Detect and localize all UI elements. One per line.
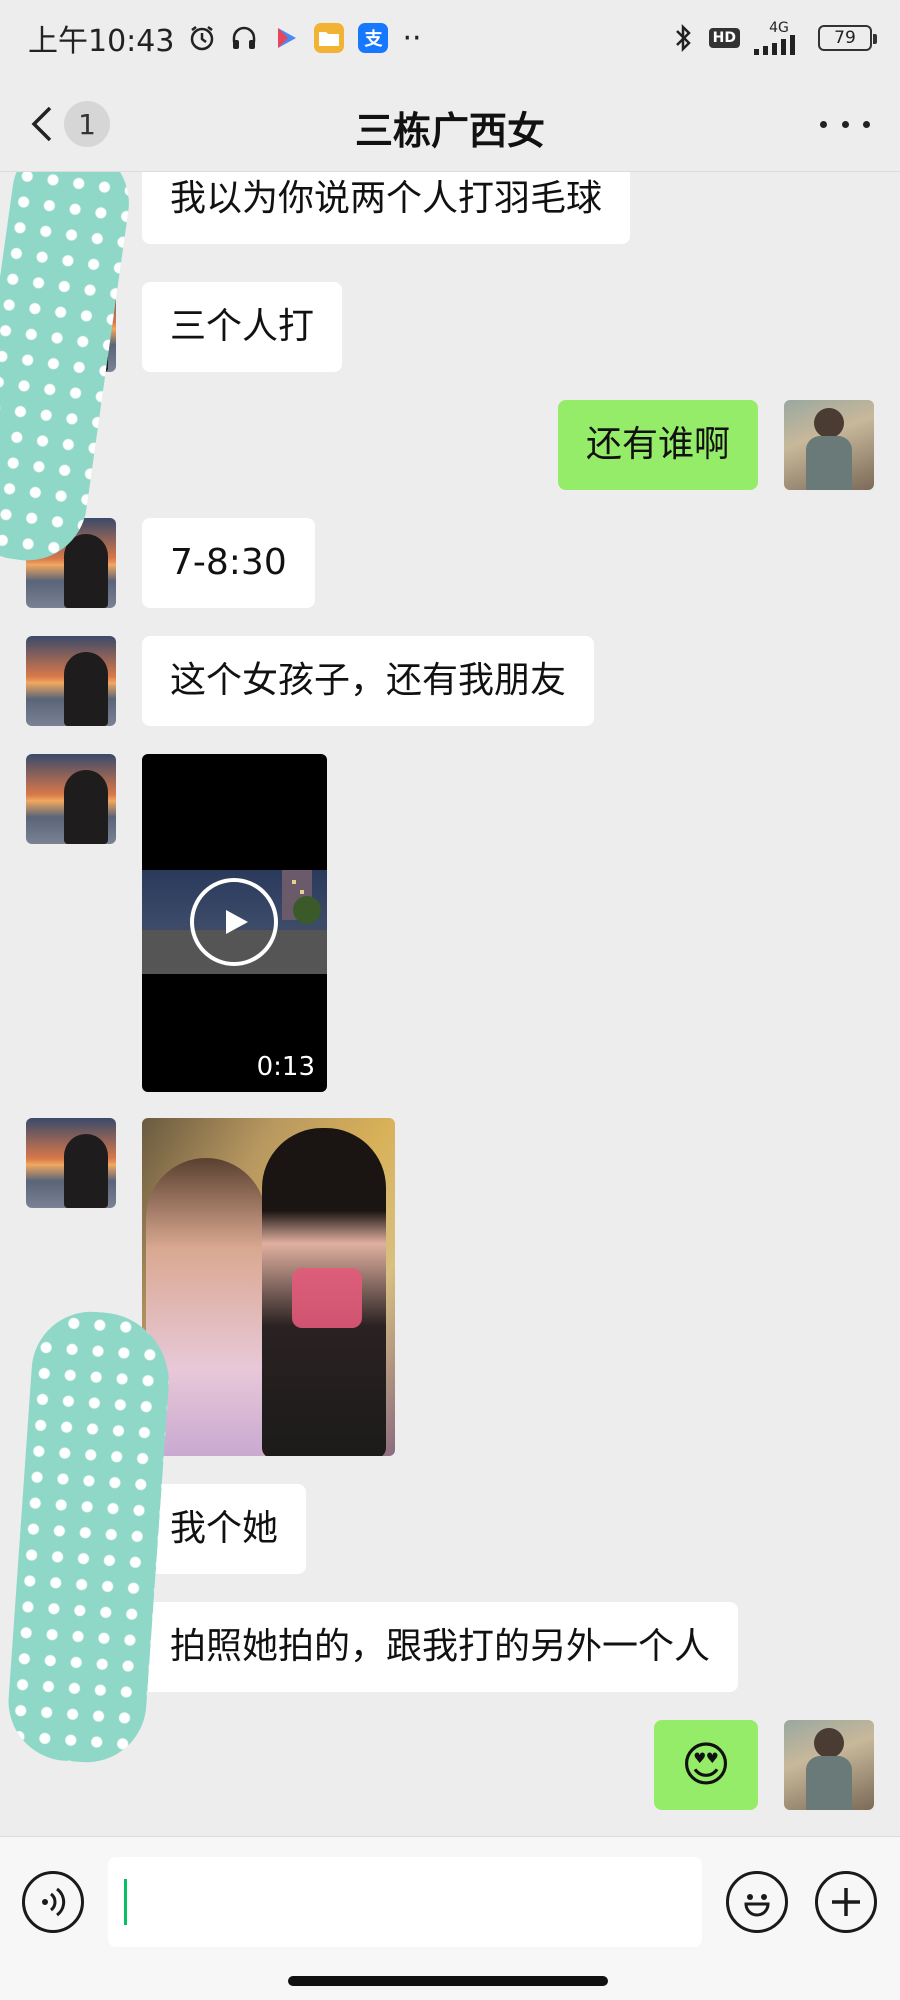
bluetooth-icon — [671, 23, 695, 53]
chat-header: 1 三栋广西女 — [0, 76, 900, 172]
status-more-dots: ·· — [402, 20, 422, 56]
chat-title: 三栋广西女 — [354, 109, 545, 153]
message-bubble-incoming[interactable]: 三个人打 — [142, 282, 343, 372]
contact-avatar[interactable] — [26, 754, 116, 844]
hd-badge: HD — [708, 28, 740, 48]
folder-app-icon — [314, 23, 345, 53]
message-list[interactable]: 我以为你说两个人打羽毛球 三个人打 还有谁啊 7-8:30 这个女孩子，还有我朋… — [0, 172, 900, 1836]
my-avatar[interactable] — [784, 400, 874, 490]
photo-drink — [292, 1268, 362, 1328]
message-bubble-incoming[interactable]: 我以为你说两个人打羽毛球 — [142, 172, 631, 244]
emoji-message-outgoing[interactable]: 😍 — [654, 1720, 758, 1810]
signal-group: 4G — [754, 21, 804, 55]
battery-indicator: 79 — [818, 25, 877, 51]
headphones-icon — [230, 24, 258, 52]
emoji-button[interactable] — [726, 1871, 788, 1933]
dotted-tape-sticker-top — [0, 172, 137, 569]
alarm-icon — [188, 24, 216, 52]
message-bubble-outgoing[interactable]: 还有谁啊 — [557, 400, 758, 490]
contact-avatar[interactable] — [26, 636, 116, 726]
play-button[interactable] — [190, 878, 278, 966]
voice-button[interactable] — [22, 1871, 84, 1933]
video-duration: 0:13 — [256, 1052, 315, 1082]
dotted-tape-sticker-bottom — [4, 1307, 174, 1767]
text-caret — [124, 1879, 127, 1925]
play-icon — [226, 910, 248, 934]
image-message[interactable] — [142, 1118, 395, 1456]
emoji-icon — [744, 1894, 770, 1917]
message-bubble-incoming[interactable]: 我个她 — [142, 1484, 307, 1574]
status-bar: 上午10:43 支 ·· HD 4G 79 — [0, 0, 900, 76]
status-time: 上午10:43 — [28, 24, 175, 59]
plus-button[interactable] — [815, 1871, 877, 1933]
alipay-icon: 支 — [358, 23, 389, 53]
home-indicator[interactable] — [288, 1976, 608, 1986]
status-right: HD 4G 79 — [671, 21, 877, 55]
plus-icon — [832, 1888, 860, 1916]
my-avatar[interactable] — [784, 1720, 874, 1810]
more-icon — [820, 120, 827, 128]
more-options-button[interactable] — [820, 106, 870, 142]
signal-icon — [754, 35, 795, 55]
play-store-icon — [272, 24, 300, 52]
video-message[interactable]: 0:13 — [142, 754, 327, 1092]
status-left: 上午10:43 支 ·· — [28, 16, 422, 60]
message-bubble-incoming[interactable]: 这个女孩子，还有我朋友 — [142, 636, 595, 726]
heart-eyes-emoji: 😍 — [680, 1737, 732, 1793]
message-bubble-incoming[interactable]: 拍照她拍的，跟我打的另外一个人 — [142, 1602, 739, 1692]
message-input[interactable] — [108, 1857, 702, 1947]
contact-avatar[interactable] — [26, 1118, 116, 1208]
voice-icon — [42, 1887, 66, 1917]
message-bubble-incoming[interactable]: 7-8:30 — [142, 518, 315, 608]
network-label: 4G — [769, 20, 789, 36]
